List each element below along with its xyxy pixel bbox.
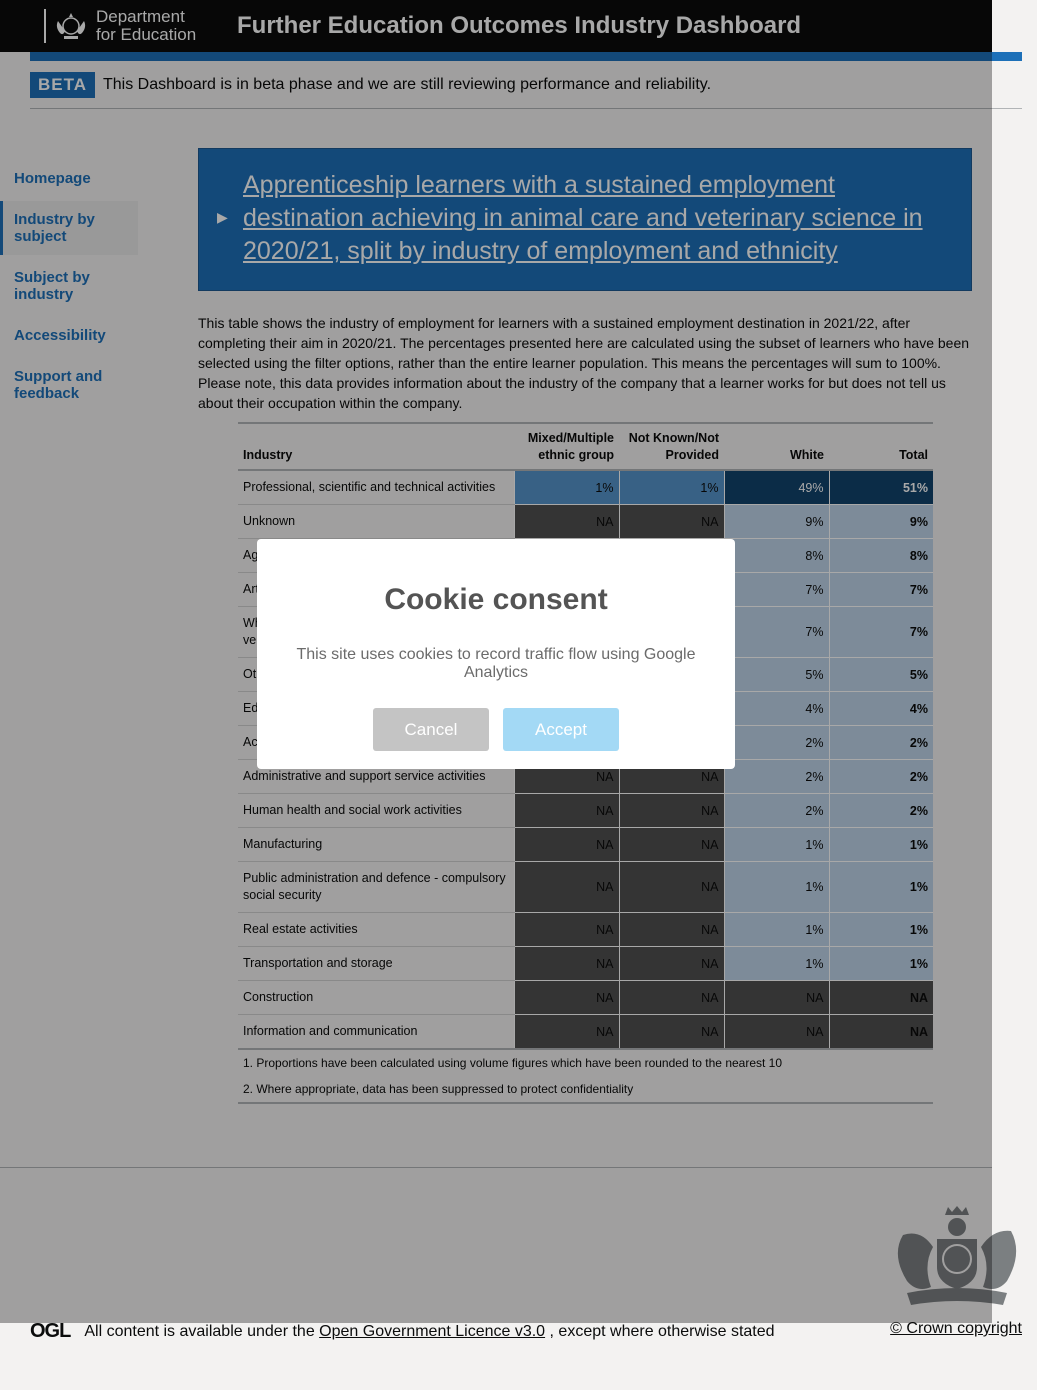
modal-title: Cookie consent bbox=[384, 583, 608, 616]
modal-message: This site uses cookies to record traffic… bbox=[296, 646, 696, 681]
open-government-licence-link[interactable]: Open Government Licence v3.0 bbox=[319, 1323, 545, 1341]
cancel-button[interactable]: Cancel bbox=[373, 708, 489, 751]
footer-text-after: , except where otherwise stated bbox=[549, 1322, 775, 1340]
accept-button[interactable]: Accept bbox=[503, 708, 619, 751]
footer-text-before: All content is available under the bbox=[84, 1322, 315, 1340]
cookie-consent-modal: Cookie consent This site uses cookies to… bbox=[257, 539, 735, 769]
ogl-logo: OGL bbox=[30, 1320, 71, 1342]
footer-licence: OGL All content is available under the O… bbox=[30, 1320, 1022, 1343]
